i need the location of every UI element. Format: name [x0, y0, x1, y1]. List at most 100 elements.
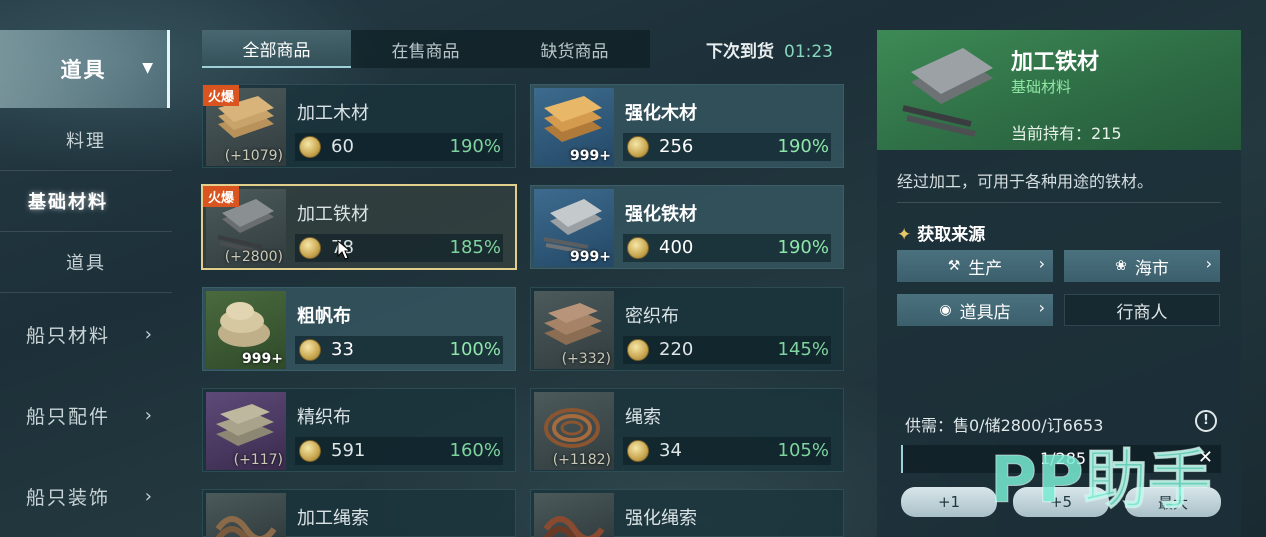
item-icon: 999+	[206, 291, 286, 369]
item-name: 强化铁材	[625, 204, 697, 225]
source-label: 道具店	[959, 302, 1011, 323]
sidebar-item-label: 道具	[66, 253, 106, 274]
tab-all-items[interactable]: 全部商品	[202, 30, 351, 68]
chevron-right-icon: ›	[144, 485, 154, 507]
sidebar-item-ship-materials[interactable]: 船只材料 ›	[0, 304, 172, 364]
chevron-right-icon: ›	[1038, 254, 1045, 273]
source-label: 行商人	[1116, 302, 1168, 323]
item-name: 精织布	[297, 407, 351, 428]
price-bar: 591 160%	[295, 437, 503, 465]
item-name: 强化绳索	[625, 508, 697, 529]
tab-out-of-stock[interactable]: 缺货商品	[500, 30, 649, 68]
max-quantity-button[interactable]: 最大	[1125, 487, 1221, 517]
item-card-reinforced-rope[interactable]: 强化绳索	[530, 489, 844, 537]
coin-icon	[627, 237, 649, 259]
chevron-right-icon: ›	[144, 404, 154, 426]
item-count: (+117)	[233, 452, 283, 468]
sidebar-item-label: 基础材料	[28, 192, 108, 213]
craft-icon: ⚒	[947, 258, 961, 274]
coin-icon	[299, 440, 321, 462]
price-bar: 34 105%	[623, 437, 831, 465]
item-name: 绳索	[625, 407, 661, 428]
item-card-rope[interactable]: (+1182) 绳索 34 105%	[530, 388, 844, 472]
item-card-coarse-canvas[interactable]: 999+ 粗帆布 33 100%	[202, 287, 516, 371]
item-name: 加工绳索	[297, 508, 369, 529]
iron-sheets-icon	[543, 199, 602, 251]
sidebar-top-category[interactable]: 道具 ▼	[0, 30, 170, 108]
item-card-processed-rope[interactable]: 加工绳索	[202, 489, 516, 537]
source-button-production[interactable]: ⚒ 生产 ›	[897, 250, 1053, 282]
source-label: 海市	[1134, 258, 1169, 279]
item-card-processed-wood[interactable]: (+1079) 火爆 加工木材 60 190%	[202, 84, 516, 168]
coin-icon	[627, 440, 649, 462]
item-card-reinforced-iron[interactable]: 999+ 强化铁材 400 190%	[530, 185, 844, 269]
item-icon: (+332)	[534, 291, 614, 369]
restock-time: 01:23	[784, 42, 833, 62]
add-five-button[interactable]: +5	[1013, 487, 1109, 517]
info-icon[interactable]: !	[1195, 410, 1217, 432]
price-percent: 190%	[449, 136, 501, 157]
chevron-right-icon: ›	[1038, 298, 1045, 317]
item-count: (+1182)	[552, 452, 611, 468]
sidebar-item-label: 船只材料	[26, 324, 111, 347]
item-icon: (+1182)	[534, 392, 614, 470]
sidebar-divider	[0, 292, 172, 293]
item-price: 591	[331, 440, 366, 461]
holding-label: 当前持有：	[1011, 124, 1092, 143]
rope-coil-icon	[544, 408, 600, 448]
item-name: 强化木材	[625, 103, 697, 124]
chevron-right-icon: ›	[144, 323, 154, 345]
source-button-merchant[interactable]: 行商人	[1064, 294, 1220, 326]
coin-icon	[627, 136, 649, 158]
detail-divider	[897, 202, 1221, 203]
tab-on-sale[interactable]: 在售商品	[351, 30, 500, 68]
price-percent: 190%	[777, 237, 829, 258]
cloth-stack-icon	[544, 303, 602, 345]
item-description: 经过加工，可用于各种用途的铁材。	[897, 172, 1154, 191]
item-price: 33	[331, 339, 354, 360]
coin-icon	[299, 136, 321, 158]
sidebar-item-basic-materials[interactable]: 基础材料	[0, 171, 172, 231]
chevron-right-icon: ›	[1205, 254, 1212, 273]
rope-icon	[543, 516, 605, 537]
item-icon: (+117)	[206, 392, 286, 470]
close-icon[interactable]: ✕	[1198, 447, 1213, 468]
source-title: ✦ 获取来源	[897, 220, 985, 245]
chevron-down-icon: ▼	[142, 60, 155, 76]
item-name: 加工木材	[297, 103, 369, 124]
item-name: 粗帆布	[297, 306, 351, 327]
item-count: 999+	[242, 351, 283, 367]
detail-subtitle: 基础材料	[1011, 78, 1072, 96]
source-button-item-shop[interactable]: ◉ 道具店 ›	[897, 294, 1053, 326]
restock-timer: 下次到货 01:23	[706, 37, 833, 62]
holding-value: 215	[1091, 124, 1122, 143]
item-card-dense-cloth[interactable]: (+332) 密织布 220 145%	[530, 287, 844, 371]
add-one-button[interactable]: +1	[901, 487, 997, 517]
money-bag-icon: ❀	[1115, 258, 1127, 274]
item-detail-header: 加工铁材 基础材料 当前持有：215	[877, 30, 1241, 150]
quantity-slider[interactable]: 1/285 ✕	[901, 445, 1221, 473]
item-price: 60	[331, 136, 354, 157]
item-card-reinforced-wood[interactable]: 999+ 强化木材 256 190%	[530, 84, 844, 168]
price-percent: 105%	[777, 440, 829, 461]
sidebar-item-ship-parts[interactable]: 船只配件 ›	[0, 385, 172, 445]
quantity-value: 1/285	[1039, 449, 1087, 468]
source-button-sea-market[interactable]: ❀ 海市 ›	[1064, 250, 1220, 282]
sidebar-item-ship-decorations[interactable]: 船只装饰 ›	[0, 466, 172, 526]
sidebar-item-label: 船只配件	[26, 405, 111, 428]
price-bar: 33 100%	[295, 336, 503, 364]
mouse-cursor-icon	[337, 240, 351, 260]
item-icon: 999+	[534, 189, 614, 267]
item-price: 220	[659, 339, 694, 360]
sidebar-item-cooking[interactable]: 料理	[0, 110, 172, 170]
coin-icon	[299, 237, 321, 259]
category-sidebar: 道具 ▼ 料理 基础材料 道具 船只材料 › 船只配件 › 船只装饰 ›	[0, 0, 172, 537]
price-percent: 190%	[777, 136, 829, 157]
item-card-fine-cloth[interactable]: (+117) 精织布 591 160%	[202, 388, 516, 472]
sparkle-icon: ✦	[897, 225, 912, 245]
price-percent: 185%	[449, 237, 501, 258]
item-card-processed-iron[interactable]: (+2800) 火爆 加工铁材 78 185%	[201, 184, 517, 270]
cloth-stack-icon	[216, 404, 274, 446]
item-icon	[534, 493, 614, 537]
sidebar-item-props[interactable]: 道具	[0, 232, 172, 292]
